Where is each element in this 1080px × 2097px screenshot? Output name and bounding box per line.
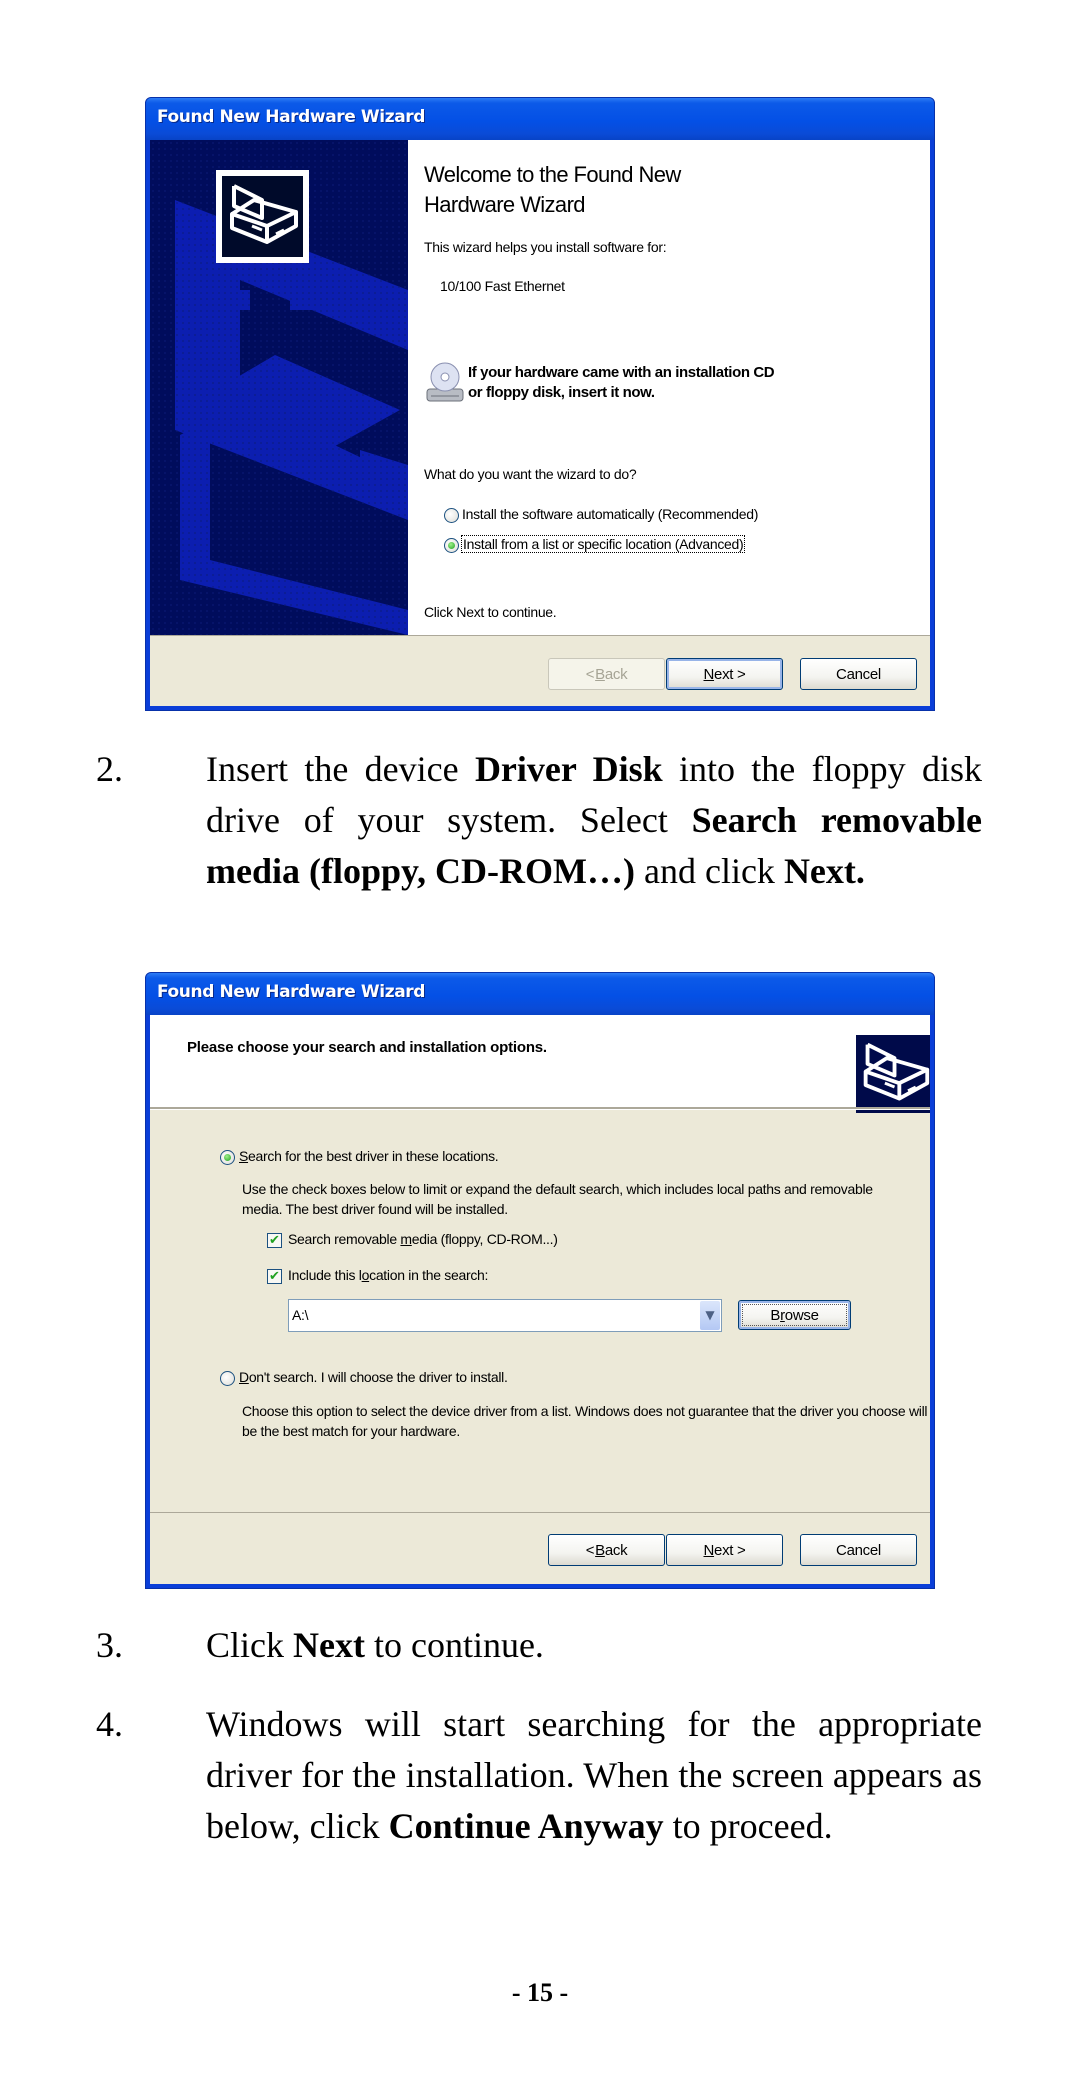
- next-button[interactable]: Next >: [666, 1534, 783, 1566]
- cancel-button[interactable]: Cancel: [800, 1534, 917, 1566]
- step-2-text: Insert the device Driver Disk into the f…: [206, 744, 982, 897]
- text: and click: [634, 851, 784, 891]
- back-prefix: <: [585, 1541, 595, 1559]
- checkbox-label: Search removable media (floppy, CD-ROM..…: [288, 1231, 558, 1247]
- cd-drive-icon: [425, 361, 465, 405]
- location-combobox[interactable]: A:\ ▼: [288, 1299, 722, 1332]
- text: to proceed.: [663, 1806, 833, 1846]
- radio-button-selected[interactable]: [220, 1150, 235, 1165]
- access-key: S: [239, 1148, 249, 1164]
- cd-notice-line-1: If your hardware came with an installati…: [468, 364, 775, 381]
- checkbox-include-location[interactable]: ✔ Include this location in the search:: [267, 1267, 647, 1287]
- radio-dont-search[interactable]: Don't search. I will choose the driver t…: [220, 1369, 620, 1389]
- access-key: o: [361, 1267, 370, 1283]
- cd-notice-line-2: or floppy disk, insert it now.: [468, 384, 655, 401]
- step-3-text: Click Next to continue.: [206, 1620, 982, 1671]
- window-title: Found New Hardware Wizard: [157, 982, 426, 1002]
- next-key: N: [703, 665, 715, 683]
- back-prefix: <: [585, 665, 595, 683]
- back-key: B: [595, 665, 605, 683]
- wizard-heading: Welcome to the Found New Hardware Wizard: [424, 160, 681, 220]
- dialog-client: Welcome to the Found New Hardware Wizard…: [150, 140, 930, 706]
- cd-notice: If your hardware came with an installati…: [468, 363, 775, 403]
- label-rest: earch for the best driver in these locat…: [248, 1148, 499, 1164]
- checkbox-checked[interactable]: ✔: [267, 1269, 282, 1284]
- title-bar[interactable]: Found New Hardware Wizard: [146, 973, 934, 1015]
- wizard-question: What do you want the wizard to do?: [424, 466, 637, 482]
- dialog-client: Please choose your search and installati…: [150, 1015, 930, 1584]
- footer-divider: [150, 1512, 930, 1513]
- step-number: 4.: [96, 1704, 123, 1744]
- checkbox-search-removable-media[interactable]: ✔ Search removable media (floppy, CD-ROM…: [267, 1231, 647, 1251]
- label-pre: Search removable: [288, 1231, 401, 1247]
- step-number: 2.: [96, 749, 123, 789]
- text: Insert the device: [206, 749, 475, 789]
- wizard-watermark: [150, 140, 408, 635]
- next-rest: ext >: [714, 1541, 746, 1559]
- continue-hint: Click Next to continue.: [424, 604, 557, 620]
- back-button[interactable]: < Back: [548, 1534, 665, 1566]
- checkbox-checked[interactable]: ✔: [267, 1233, 282, 1248]
- wizard-dialog-search-options: Found New Hardware Wizard Please choose …: [145, 972, 935, 1589]
- radio-button[interactable]: [444, 508, 459, 523]
- header-text: Please choose your search and installati…: [187, 1039, 547, 1056]
- label-post: owse: [784, 1306, 819, 1324]
- access-key: m: [400, 1231, 412, 1247]
- location-input[interactable]: A:\: [292, 1307, 309, 1323]
- search-description: Use the check boxes below to limit or ex…: [242, 1181, 873, 1217]
- label-rest: on't search. I will choose the driver to…: [248, 1369, 508, 1385]
- radio-label: Don't search. I will choose the driver t…: [239, 1369, 508, 1385]
- radio-label: Install the software automatically (Reco…: [462, 506, 759, 522]
- label-pre: Include this l: [288, 1267, 362, 1283]
- checkbox-label: Include this location in the search:: [288, 1267, 488, 1283]
- radio-label: Install from a list or specific location…: [461, 535, 746, 553]
- bold-text: Continue Anyway: [388, 1806, 664, 1846]
- browse-button[interactable]: Br owse: [738, 1300, 851, 1330]
- hardware-wizard-icon: [856, 1035, 930, 1113]
- title-bar[interactable]: Found New Hardware Wizard: [146, 98, 934, 140]
- next-key: N: [703, 1541, 715, 1559]
- chevron-down-icon[interactable]: ▼: [700, 1301, 720, 1330]
- next-rest: ext >: [714, 665, 746, 683]
- page-number: - 15 -: [511, 1978, 569, 2007]
- bold-text: Next.: [783, 851, 865, 891]
- intro-text: This wizard helps you install software f…: [424, 239, 667, 255]
- header-divider: [150, 1107, 930, 1110]
- text: to continue.: [364, 1625, 544, 1665]
- radio-install-from-list[interactable]: Install from a list or specific location…: [444, 535, 844, 556]
- step-number: 3.: [96, 1625, 123, 1665]
- heading-line-2: Hardware Wizard: [424, 192, 586, 217]
- window-title: Found New Hardware Wizard: [157, 107, 426, 127]
- heading-line-1: Welcome to the Found New: [424, 162, 681, 187]
- bold-text: Driver Disk: [474, 749, 663, 789]
- wizard-dialog-welcome: Found New Hardware Wizard Welcome to the…: [145, 97, 935, 711]
- dont-search-description: Choose this option to select the device …: [242, 1403, 928, 1439]
- radio-search-best-driver[interactable]: Search for the best driver in these loca…: [220, 1148, 620, 1168]
- back-rest: ack: [604, 1541, 628, 1559]
- footer-divider: [150, 635, 930, 636]
- hardware-wizard-icon: [216, 170, 309, 263]
- back-key: B: [595, 1541, 605, 1559]
- text: Click: [206, 1625, 293, 1665]
- wizard-header: [150, 1015, 930, 1107]
- back-rest: ack: [604, 665, 628, 683]
- label-post: cation in the search:: [369, 1267, 489, 1283]
- step-4-text: Windows will start searching for the app…: [206, 1699, 982, 1852]
- access-key: D: [239, 1369, 249, 1385]
- radio-label: Search for the best driver in these loca…: [239, 1148, 499, 1164]
- next-button[interactable]: Next >: [666, 658, 783, 690]
- bold-text: Next: [293, 1625, 365, 1665]
- label-post: edia (floppy, CD-ROM...): [411, 1231, 558, 1247]
- radio-install-automatically[interactable]: Install the software automatically (Reco…: [444, 506, 824, 526]
- label-pre: B: [770, 1306, 781, 1324]
- back-button[interactable]: < Back: [548, 658, 665, 690]
- radio-button[interactable]: [220, 1371, 235, 1386]
- device-name: 10/100 Fast Ethernet: [440, 278, 565, 294]
- cancel-button[interactable]: Cancel: [800, 658, 917, 690]
- radio-button-selected[interactable]: [444, 538, 459, 553]
